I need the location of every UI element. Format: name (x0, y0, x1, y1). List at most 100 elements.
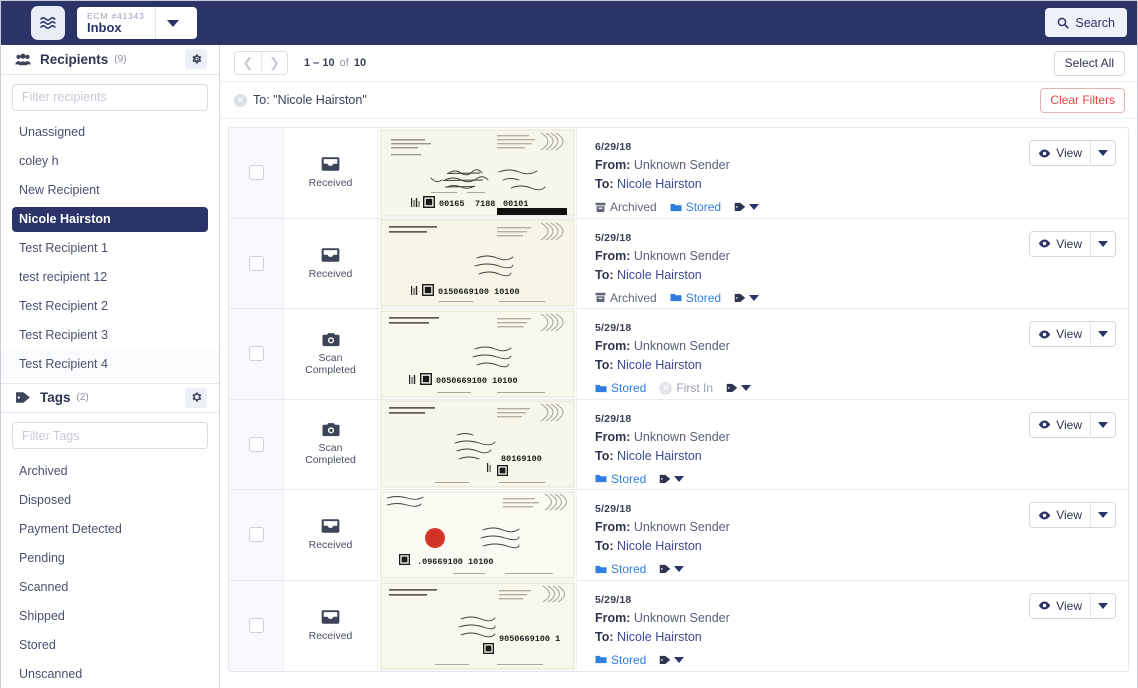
sidebar-tag-scanned[interactable]: Scanned (1, 572, 219, 601)
row-add-tag-button[interactable] (734, 293, 759, 303)
sidebar-tag-unscanned[interactable]: Unscanned (1, 659, 219, 688)
sidebar-tag-shipped[interactable]: Shipped (1, 601, 219, 630)
row-to-value[interactable]: Nicole Hairston (617, 358, 702, 372)
clear-filters-button[interactable]: Clear Filters (1040, 88, 1125, 113)
sidebar-item-test-recipient-2[interactable]: Test Recipient 2 (1, 292, 219, 321)
table-row[interactable]: Received (229, 490, 1128, 581)
row-to-value[interactable]: Nicole Hairston (617, 539, 702, 553)
row-checkbox[interactable] (249, 256, 264, 271)
mail-list: Received (228, 127, 1129, 672)
row-add-tag-button[interactable] (659, 474, 684, 484)
view-dropdown-toggle[interactable] (1090, 594, 1115, 618)
row-scan-thumbnail[interactable]: 00165 7188 00101 (377, 128, 577, 218)
view-button[interactable]: View (1030, 594, 1090, 618)
view-dropdown-toggle[interactable] (1090, 503, 1115, 527)
view-dropdown-toggle[interactable] (1090, 141, 1115, 165)
row-tag-archived[interactable]: Archived (595, 200, 657, 214)
filter-tags-input[interactable] (12, 422, 208, 449)
tag-icon (659, 474, 671, 484)
row-add-tag-button[interactable] (734, 202, 759, 212)
row-tag-stored[interactable]: Stored (595, 381, 646, 395)
table-row[interactable]: Received (229, 128, 1128, 219)
row-checkbox[interactable] (249, 618, 264, 633)
row-scan-thumbnail[interactable]: 80169100 (377, 400, 577, 490)
chevron-down-icon (749, 204, 759, 210)
recipients-settings-button[interactable] (185, 49, 207, 69)
sidebar-tag-label: Pending (12, 545, 208, 570)
select-all-button[interactable]: Select All (1054, 51, 1125, 76)
row-select-cell[interactable] (229, 128, 284, 218)
row-add-tag-button[interactable] (659, 564, 684, 574)
row-tag-stored[interactable]: Stored (670, 200, 721, 214)
row-scan-thumbnail[interactable]: 0050669100 10100 (377, 309, 577, 399)
row-scan-thumbnail[interactable]: 9050669100 1 (377, 581, 577, 672)
view-dropdown-toggle[interactable] (1090, 413, 1115, 437)
sidebar-item-test-recipient-3[interactable]: Test Recipient 3 (1, 321, 219, 350)
row-to-value[interactable]: Nicole Hairston (617, 630, 702, 644)
table-row[interactable]: Scan Completed (229, 309, 1128, 400)
row-status-cell: Scan Completed (284, 309, 377, 399)
row-select-cell[interactable] (229, 400, 284, 490)
sidebar-item-test-recipient-4[interactable]: Test Recipient 4 (1, 350, 219, 379)
row-checkbox[interactable] (249, 346, 264, 361)
row-select-cell[interactable] (229, 309, 284, 399)
row-tag-first-in[interactable]: ✕ First In (659, 381, 713, 395)
previous-page-button[interactable]: ❮ (235, 52, 261, 74)
close-circle-icon[interactable]: ✕ (659, 382, 672, 395)
next-page-button[interactable]: ❯ (261, 52, 287, 74)
table-row[interactable]: Scan Completed 80169100 (229, 400, 1128, 491)
close-circle-icon[interactable]: ✕ (234, 94, 247, 107)
sidebar-item-test-recipient-1[interactable]: Test Recipient 1 (1, 234, 219, 263)
row-scan-thumbnail[interactable]: .09669100 10100 (377, 490, 577, 580)
sidebar-item-nicole-hairston[interactable]: Nicole Hairston (1, 205, 219, 234)
sidebar-item-new-recipient[interactable]: New Recipient (1, 176, 219, 205)
row-tag-stored[interactable]: Stored (670, 291, 721, 305)
sidebar-tag-archived[interactable]: Archived (1, 456, 219, 485)
account-selector-toggle[interactable] (155, 7, 191, 39)
table-row[interactable]: Received (229, 219, 1128, 310)
row-tag-stored[interactable]: Stored (595, 562, 646, 576)
row-checkbox[interactable] (249, 437, 264, 452)
account-selector[interactable]: ECM #41343 Inbox (77, 7, 197, 39)
row-select-cell[interactable] (229, 581, 284, 672)
row-checkbox[interactable] (249, 527, 264, 542)
row-tag-archived[interactable]: Archived (595, 291, 657, 305)
row-add-tag-button[interactable] (659, 655, 684, 665)
mail-list-scroll-region[interactable]: Received (220, 119, 1137, 688)
row-scan-thumbnail[interactable]: 0150669100 10100 (377, 219, 577, 309)
row-checkbox[interactable] (249, 165, 264, 180)
view-button[interactable]: View (1030, 322, 1090, 346)
pagination-controls: ❮ ❯ (234, 51, 288, 75)
view-button[interactable]: View (1030, 503, 1090, 527)
sidebar-item-coley-h[interactable]: coley h (1, 147, 219, 176)
view-button[interactable]: View (1030, 413, 1090, 437)
row-tag-stored[interactable]: Stored (595, 472, 646, 486)
sidebar-tag-pending[interactable]: Pending (1, 543, 219, 572)
row-to-value[interactable]: Nicole Hairston (617, 268, 702, 282)
tags-title: Tags (40, 390, 71, 405)
sidebar-tag-payment-detected[interactable]: Payment Detected (1, 514, 219, 543)
view-dropdown-toggle[interactable] (1090, 232, 1115, 256)
table-row[interactable]: Received 90506 (229, 581, 1128, 672)
eye-icon (1038, 601, 1051, 610)
row-select-cell[interactable] (229, 219, 284, 309)
sidebar-item-unassigned[interactable]: Unassigned (1, 118, 219, 147)
row-to-value[interactable]: Nicole Hairston (617, 177, 702, 191)
filter-recipients-input[interactable] (12, 84, 208, 111)
app-logo[interactable] (31, 6, 65, 40)
view-button[interactable]: View (1030, 232, 1090, 256)
tags-settings-button[interactable] (185, 388, 207, 408)
tag-icon (659, 655, 671, 665)
sidebar-tag-disposed[interactable]: Disposed (1, 485, 219, 514)
view-dropdown-toggle[interactable] (1090, 322, 1115, 346)
row-select-cell[interactable] (229, 490, 284, 580)
row-to-value[interactable]: Nicole Hairston (617, 449, 702, 463)
search-button[interactable]: Search (1045, 8, 1127, 37)
sidebar-item-test-recipient-12[interactable]: test recipient 12 (1, 263, 219, 292)
view-button[interactable]: View (1030, 141, 1090, 165)
filter-chip-recipient[interactable]: ✕ To: "Nicole Hairston" (234, 93, 367, 107)
row-add-tag-button[interactable] (726, 383, 751, 393)
list-scrollbar[interactable] (1129, 119, 1136, 688)
row-tag-stored[interactable]: Stored (595, 653, 646, 667)
sidebar-tag-stored[interactable]: Stored (1, 630, 219, 659)
